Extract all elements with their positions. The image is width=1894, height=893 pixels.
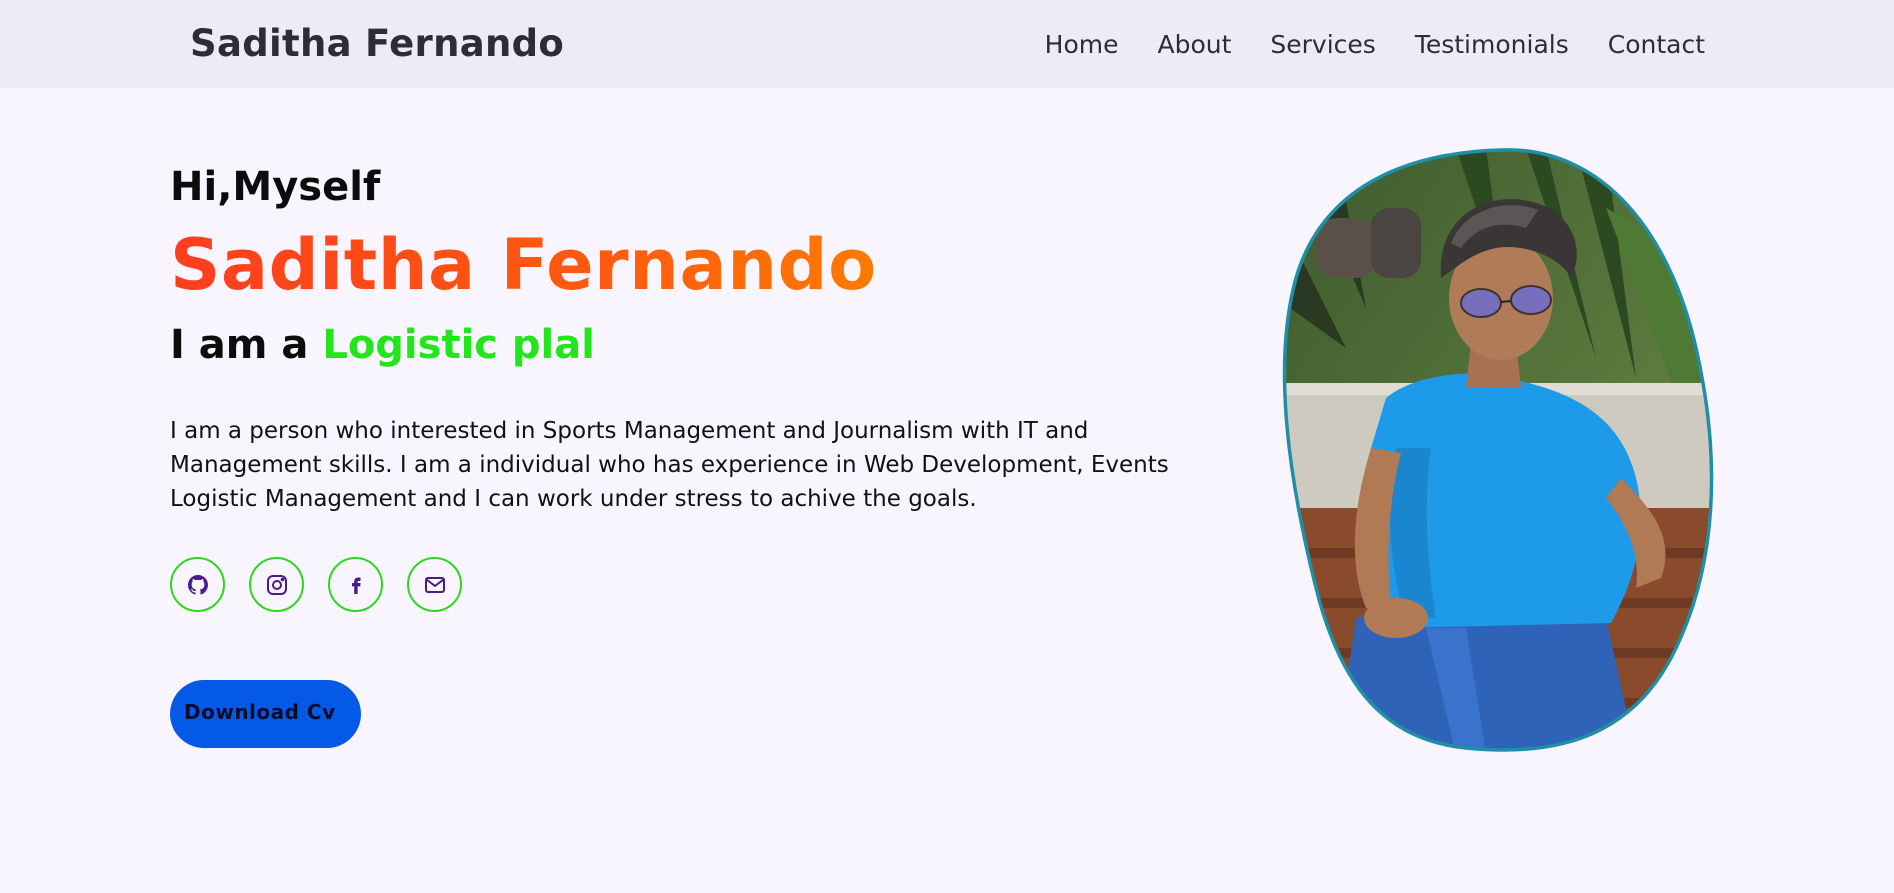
hero-greeting: Hi,Myself: [170, 164, 381, 210]
nav-about[interactable]: About: [1157, 30, 1231, 59]
github-link[interactable]: [170, 557, 225, 612]
instagram-link[interactable]: [249, 557, 304, 612]
social-links: [170, 557, 462, 612]
mail-icon: [423, 573, 447, 597]
download-cv-button[interactable]: Download Cv: [170, 680, 361, 748]
nav-contact[interactable]: Contact: [1608, 30, 1705, 59]
role-prefix: I am a: [170, 322, 323, 368]
profile-portrait: [1276, 148, 1726, 754]
nav-testimonials[interactable]: Testimonials: [1415, 30, 1569, 59]
role-typed-text: Logistic plal: [322, 322, 595, 368]
brand-logo[interactable]: Saditha Fernando: [190, 22, 564, 65]
instagram-icon: [265, 573, 289, 597]
facebook-icon: [344, 573, 368, 597]
nav-services[interactable]: Services: [1270, 30, 1375, 59]
nav-home[interactable]: Home: [1045, 30, 1119, 59]
github-icon: [186, 573, 210, 597]
main-nav: Home About Services Testimonials Contact: [1045, 30, 1705, 59]
mail-link[interactable]: [407, 557, 462, 612]
hero-bio: I am a person who interested in Sports M…: [170, 418, 1169, 512]
hero-role-line: I am a Logistic plal: [170, 322, 595, 368]
hero-name: Saditha Fernando: [170, 224, 877, 306]
portrait-image: [1282, 148, 1714, 752]
site-header: Saditha Fernando Home About Services Tes…: [0, 0, 1894, 88]
facebook-link[interactable]: [328, 557, 383, 612]
